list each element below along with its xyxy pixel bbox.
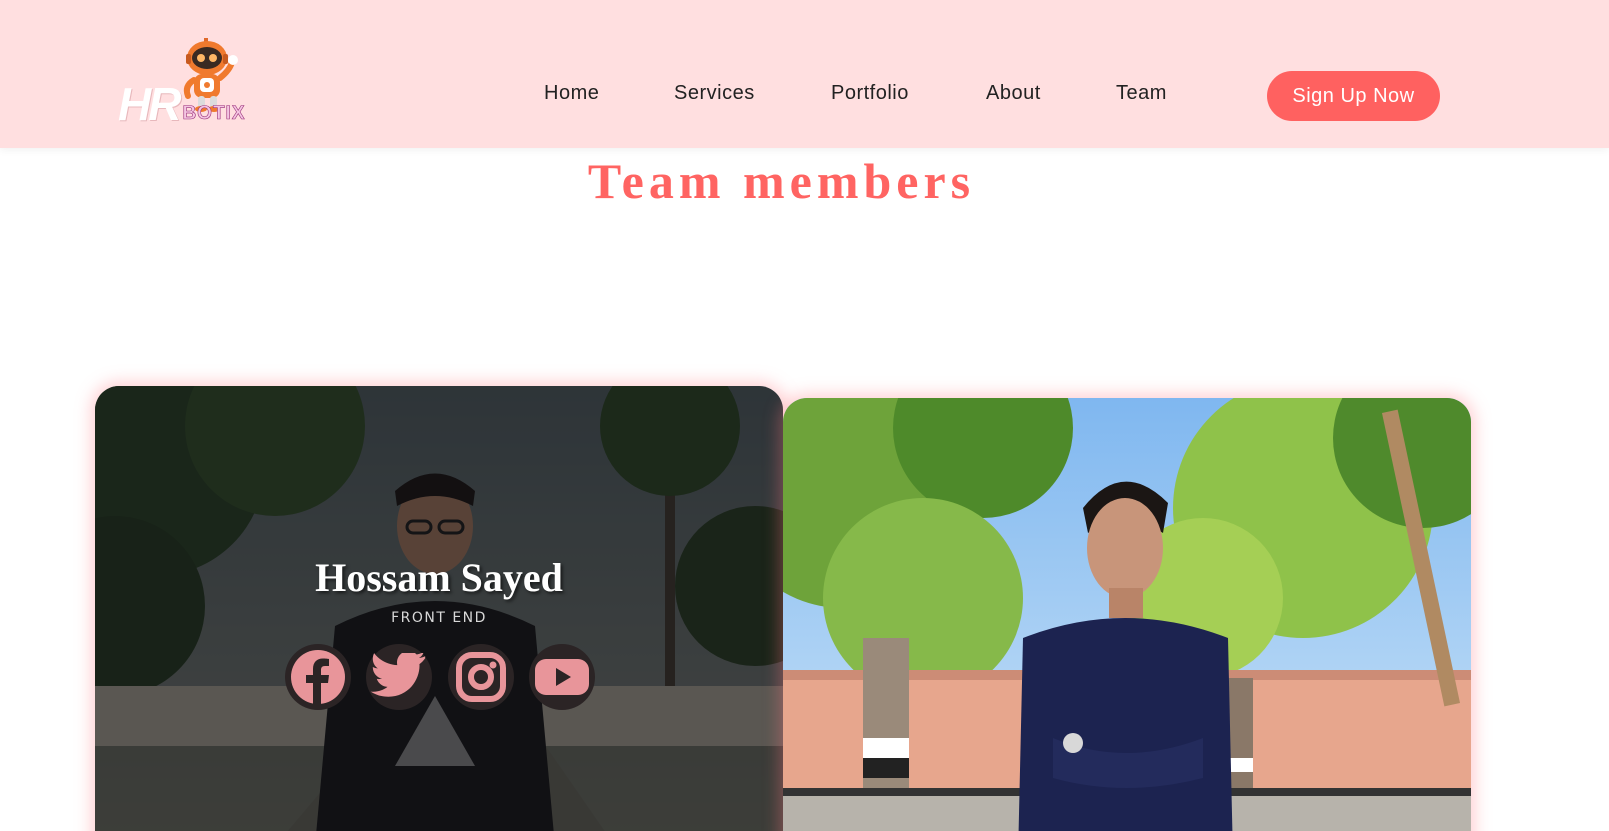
nav-about[interactable]: About: [986, 82, 1041, 105]
nav-portfolio[interactable]: Portfolio: [831, 82, 909, 105]
sign-up-button[interactable]: Sign Up Now: [1267, 71, 1440, 121]
instagram-link[interactable]: [447, 644, 514, 710]
facebook-icon: [291, 650, 345, 705]
page-title: Team members: [587, 153, 976, 209]
member-photo: [783, 398, 1471, 831]
nav-services[interactable]: Services: [674, 82, 755, 105]
twitter-link[interactable]: [366, 644, 433, 710]
instagram-icon: [455, 652, 506, 702]
member-name: Hossam Sayed: [315, 555, 563, 600]
team-member-card[interactable]: Hossam Sayed FRONT END: [95, 386, 783, 831]
youtube-link[interactable]: [528, 644, 595, 710]
card-overlay: [95, 386, 783, 831]
team-member-card[interactable]: [783, 398, 1471, 831]
youtube-icon: [534, 659, 589, 695]
nav-team[interactable]: Team: [1116, 82, 1167, 105]
twitter-icon: [370, 653, 426, 697]
nav-home[interactable]: Home: [544, 82, 599, 105]
member-role: FRONT END: [391, 610, 487, 626]
site-header: HR BOTIX Home Services Portfolio About T…: [0, 0, 1609, 148]
social-links: [285, 644, 595, 710]
facebook-link[interactable]: [285, 644, 351, 710]
